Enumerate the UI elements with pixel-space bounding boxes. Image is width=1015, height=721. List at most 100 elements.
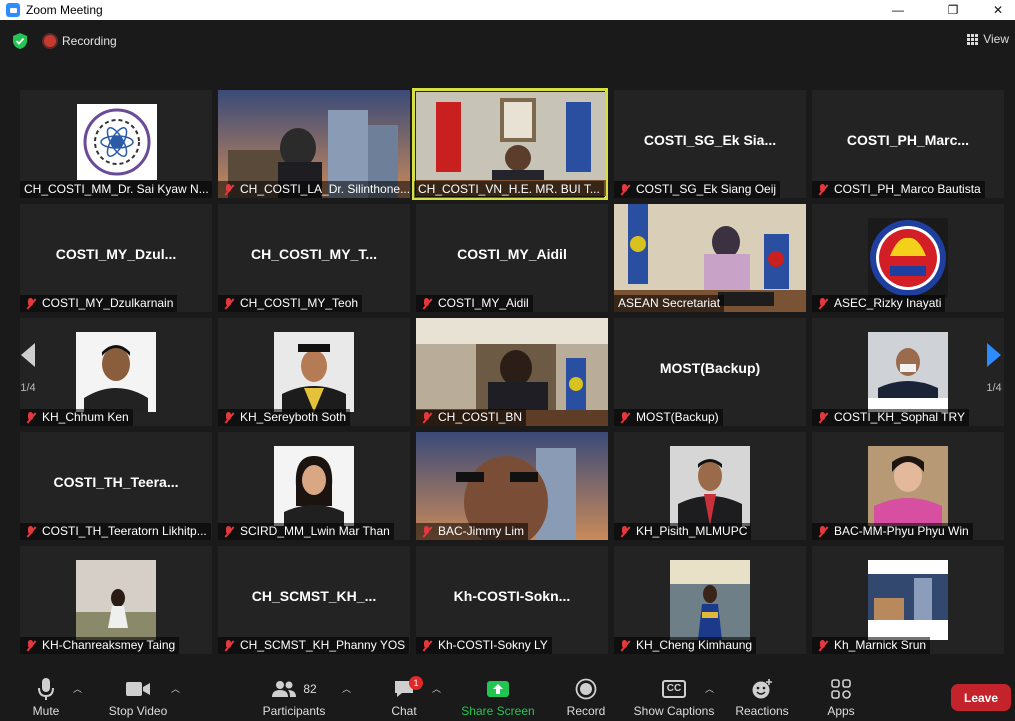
participant-tile[interactable]: SCIRD_MM_Lwin Mar Than [218,432,410,540]
audio-options-caret-icon[interactable]: ︿ [73,682,82,695]
chevron-right-icon [987,343,1001,367]
recording-indicator[interactable]: Recording [44,34,117,48]
participant-tile[interactable]: MOST(Backup) MOST(Backup) [614,318,806,426]
share-screen-button[interactable]: Share Screen [458,666,538,721]
participant-name-label: KH-Chanreaksmey Taing [20,637,180,654]
participant-name-label: KH_Cheng Kimhaung [614,637,757,654]
minimize-button[interactable]: — [875,0,921,20]
participant-tile[interactable]: KH_Chhum Ken [20,318,212,426]
mic-muted-icon [816,639,829,652]
participant-name-label: COSTI_MY_Dzulkarnain [20,295,178,312]
participant-name-label: BAC-Jimmy Lim [416,523,528,540]
participant-tile[interactable]: COSTI_MY_Dzul... COSTI_MY_Dzulkarnain [20,204,212,312]
participant-name-display: Kh-COSTI-Sokn... [453,588,571,604]
participant-tile[interactable]: CH_COSTI_BN [416,318,608,426]
show-captions-button[interactable]: CC Show Captions [632,666,716,721]
close-button[interactable]: ✕ [975,0,1015,20]
participant-tile[interactable]: KH_Pisith_MLMUPC [614,432,806,540]
stop-video-label: Stop Video [108,704,168,718]
participant-tile[interactable]: COSTI_SG_Ek Sia... COSTI_SG_Ek Siang Oei… [614,90,806,198]
next-page-button[interactable]: 1/4 [974,324,1014,412]
participant-tile-active-speaker[interactable]: CH_COSTI_VN_H.E. MR. BUI T... [412,88,608,200]
show-captions-label: Show Captions [633,704,715,718]
microphone-icon [37,674,55,704]
participants-icon: 82 [271,674,317,704]
profile-photo [868,446,948,526]
record-button[interactable]: Record [562,666,610,721]
participant-tile[interactable]: BAC-Jimmy Lim [416,432,608,540]
participant-tile[interactable]: COSTI_MY_Aidil COSTI_MY_Aidil [416,204,608,312]
zoom-app-icon [6,3,20,17]
closed-captions-icon: CC [661,674,687,704]
participant-name-display: COSTI_MY_Dzul... [55,246,177,262]
participant-name-display: COSTI_PH_Marc... [846,132,970,148]
participant-tile[interactable]: BAC-MM-Phyu Phyu Win [812,432,1004,540]
participant-tile[interactable]: COSTI_TH_Teera... COSTI_TH_Teeratorn Lik… [20,432,212,540]
previous-page-button[interactable]: 1/4 [8,324,48,412]
participant-tile[interactable]: CH_COSTI_MM_Dr. Sai Kyaw N... [20,90,212,198]
participants-options-caret-icon[interactable]: ︿ [342,682,351,695]
mic-muted-icon [24,297,37,310]
participant-name-label: CH_COSTI_BN [416,409,527,426]
maximize-button[interactable]: ❐ [930,0,976,20]
leave-meeting-button[interactable]: Leave [951,684,1011,711]
participant-tile[interactable]: ASEC_Rizky Inayati [812,204,1004,312]
mic-muted-icon [618,183,631,196]
page-indicator-left: 1/4 [20,382,36,394]
chat-bubble-icon: 1 [393,674,423,704]
participant-name-display: CH_COSTI_MY_T... [250,246,378,262]
reactions-button[interactable]: Reactions [733,666,791,721]
recording-label: Recording [62,34,117,48]
participant-name-label: CH_COSTI_MY_Teoh [218,295,363,312]
recording-dot-icon [44,35,56,47]
security-shield-icon[interactable] [12,32,28,50]
profile-photo [868,560,948,640]
stop-video-button[interactable]: Stop Video [104,666,172,721]
mic-muted-icon [222,525,235,538]
mic-muted-icon [420,639,433,652]
mic-muted-icon [420,525,433,538]
participants-label: Participants [262,704,326,718]
meeting-controls-toolbar: Mute ︿ Stop Video ︿ 82 Participants ︿ 1 … [0,666,1015,721]
participant-tile[interactable]: KH_Sereyboth Soth [218,318,410,426]
participant-tile[interactable]: CH_COSTI_MY_T... CH_COSTI_MY_Teoh [218,204,410,312]
mic-muted-icon [24,411,37,424]
mic-muted-icon [618,525,631,538]
participant-name-label: Kh_Marnick Srun [812,637,931,654]
participant-tile[interactable]: CH_COSTI_LA_Dr. Silinthone... [218,90,410,198]
grid-view-icon [967,33,979,45]
captions-options-caret-icon[interactable]: ︿ [705,682,714,695]
apps-label: Apps [827,704,855,718]
participant-tile[interactable]: COSTI_PH_Marc... COSTI_PH_Marco Bautista [812,90,1004,198]
mic-muted-icon [222,639,235,652]
chat-options-caret-icon[interactable]: ︿ [432,682,441,695]
participant-name-display: COSTI_SG_Ek Sia... [643,132,777,148]
profile-photo [670,446,750,526]
participant-tile[interactable]: KH_Cheng Kimhaung [614,546,806,654]
mic-muted-icon [618,639,631,652]
participants-button[interactable]: 82 Participants [258,666,330,721]
asean-logo-image [868,218,948,298]
apps-icon [831,674,851,704]
smiley-reaction-icon [751,674,773,704]
participant-tile[interactable]: Kh_Marnick Srun [812,546,1004,654]
mic-muted-icon [816,183,829,196]
participant-tile[interactable]: Kh-COSTI-Sokn... Kh-COSTI-Sokny LY [416,546,608,654]
mute-button[interactable]: Mute [28,666,64,721]
chat-button[interactable]: 1 Chat [386,666,423,721]
mic-muted-icon [816,297,829,310]
video-options-caret-icon[interactable]: ︿ [171,682,180,695]
profile-photo [76,560,156,640]
participant-tile[interactable]: CH_SCMST_KH_... CH_SCMST_KH_Phanny YOS [218,546,410,654]
participant-tile[interactable]: KH-Chanreaksmey Taing [20,546,212,654]
mic-muted-icon [420,297,433,310]
participant-name-label: KH_Sereyboth Soth [218,409,351,426]
apps-button[interactable]: Apps [820,666,862,721]
chevron-left-icon [21,343,35,367]
participant-tile[interactable]: ASEAN Secretariat [614,204,806,312]
participant-name-label: CH_COSTI_VN_H.E. MR. BUI T... [414,181,604,198]
profile-photo [670,560,750,640]
profile-photo [76,332,156,412]
view-button[interactable]: View [967,32,1009,46]
participant-name-label: Kh-COSTI-Sokny LY [416,637,552,654]
